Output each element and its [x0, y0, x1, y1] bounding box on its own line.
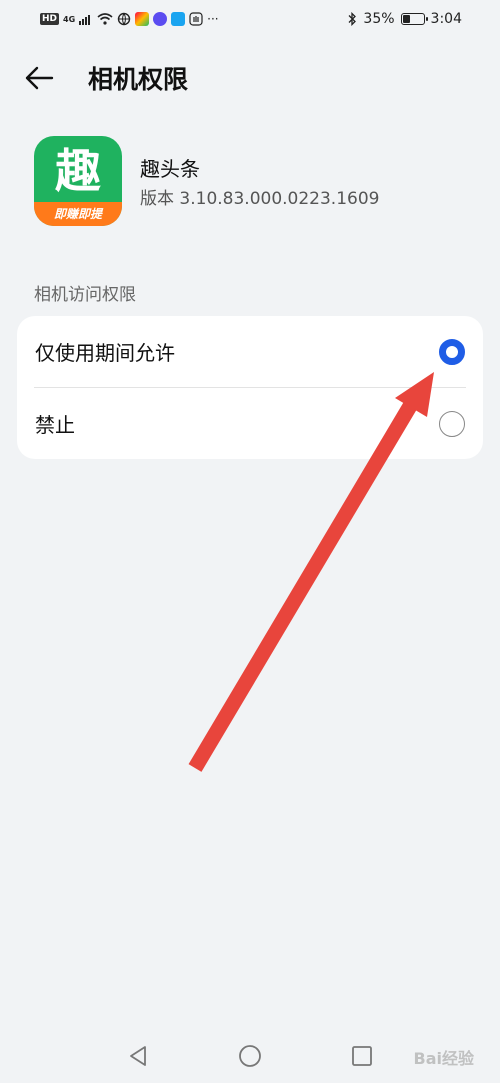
- app-name: 趣头条: [140, 157, 200, 181]
- clock: 3:04: [430, 11, 462, 27]
- watermark: Bai经验: [413, 1049, 474, 1068]
- option-allow-while-using[interactable]: 仅使用期间允许: [17, 316, 483, 387]
- status-bar: HD 4G ··· 35% 3:04: [0, 0, 500, 38]
- status-icons-left: HD 4G ···: [40, 12, 219, 26]
- globe-app-icon: [117, 12, 131, 26]
- arrow-left-icon: [25, 66, 54, 90]
- music-app-icon: [153, 12, 168, 26]
- nav-home-button[interactable]: [233, 1039, 267, 1073]
- status-icons-right: 35% 3:04: [347, 11, 462, 27]
- radio-unchecked-icon[interactable]: [439, 410, 465, 437]
- network-type-icon: 4G: [63, 14, 76, 24]
- triangle-back-icon: [130, 1045, 146, 1066]
- wifi-icon: [97, 13, 113, 25]
- app-icon-banner: 即赚即提: [34, 202, 122, 226]
- app-icon-glyph: 趣: [55, 144, 101, 198]
- permission-options-card: 仅使用期间允许 禁止: [17, 316, 483, 459]
- page-title: 相机权限: [88, 65, 189, 94]
- hand-app-icon: [189, 12, 203, 26]
- battery-percent: 35%: [363, 11, 395, 27]
- app-notification-icon: [135, 12, 150, 26]
- app-text: 趣头条 版本 3.10.83.000.0223.1609: [140, 136, 379, 210]
- option-label: 仅使用期间允许: [35, 341, 175, 365]
- app-info: 趣 即赚即提 趣头条 版本 3.10.83.000.0223.1609: [34, 136, 379, 226]
- app-version: 版本 3.10.83.000.0223.1609: [140, 189, 380, 209]
- radio-checked-icon[interactable]: [439, 338, 465, 365]
- nav-recents-button[interactable]: [345, 1039, 379, 1073]
- back-button[interactable]: [24, 52, 80, 104]
- bluetooth-icon: [348, 12, 357, 26]
- option-deny[interactable]: 禁止: [17, 388, 483, 459]
- hd-icon: HD: [40, 13, 60, 25]
- battery-icon: [400, 13, 428, 25]
- header: 相机权限: [0, 52, 500, 104]
- section-label: 相机访问权限: [34, 285, 136, 305]
- signal-icon: [79, 15, 91, 25]
- nav-back-button[interactable]: [121, 1039, 155, 1073]
- square-recents-icon: [352, 1045, 372, 1066]
- app-icon: 趣 即赚即提: [34, 136, 122, 226]
- option-label: 禁止: [35, 413, 75, 437]
- more-notifications-icon: ···: [207, 12, 219, 26]
- circle-home-icon: [239, 1044, 261, 1067]
- search-app-icon: [171, 12, 186, 26]
